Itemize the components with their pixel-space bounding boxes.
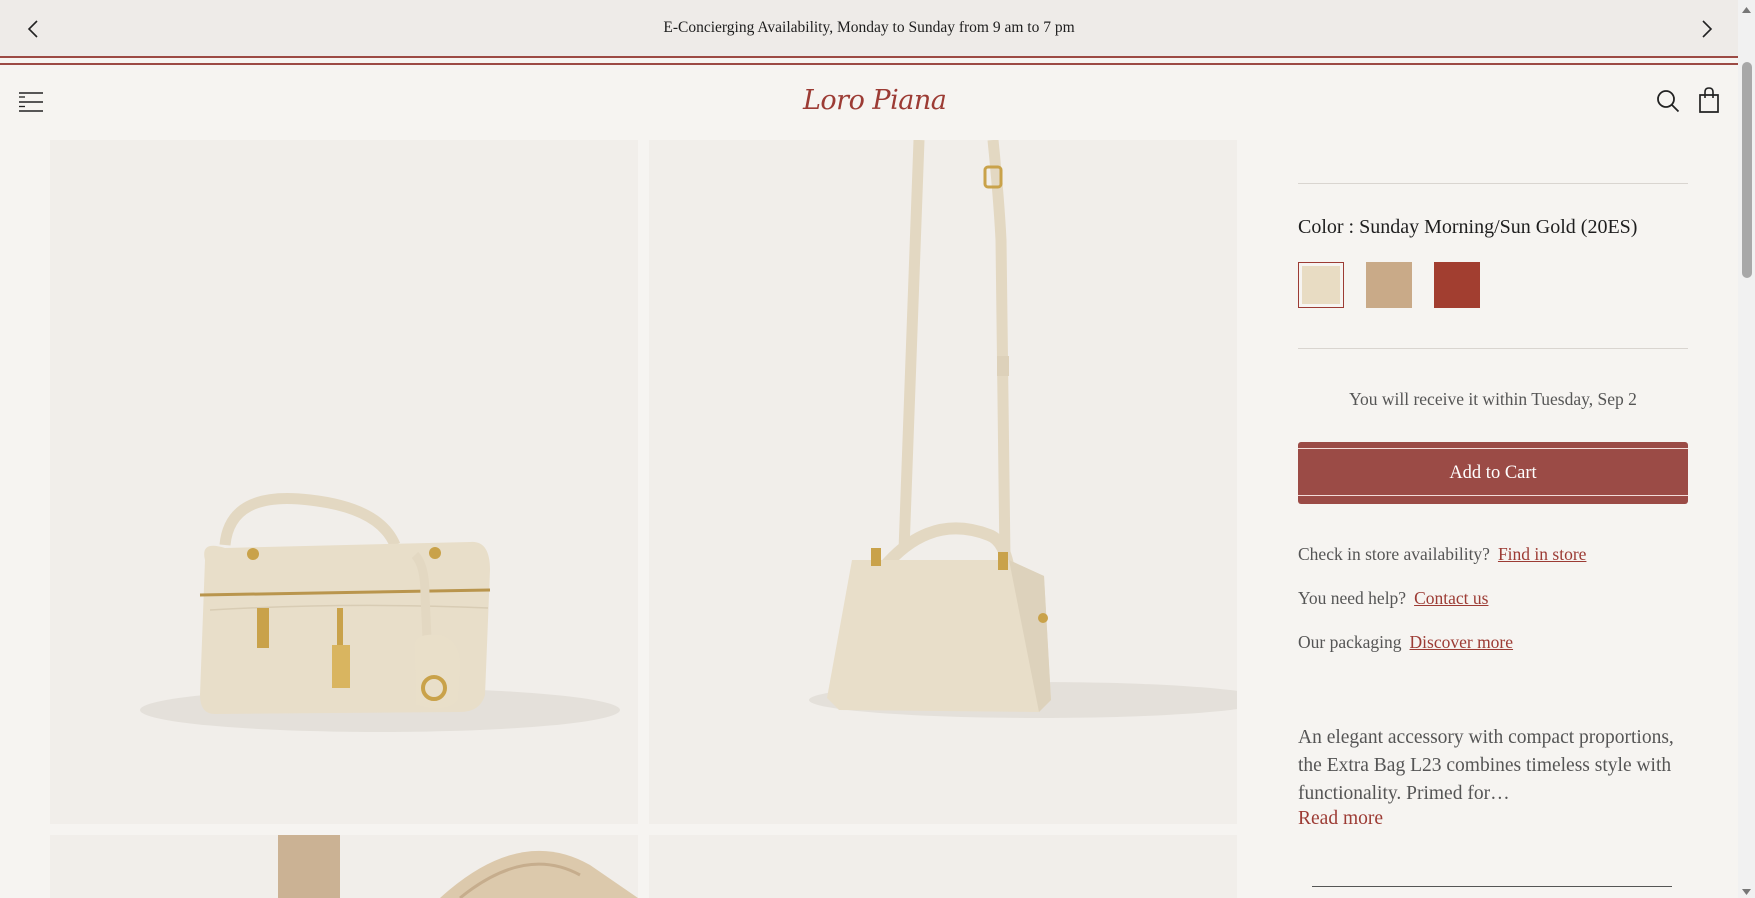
swatch-red[interactable] xyxy=(1434,262,1480,308)
chevron-right-icon xyxy=(1702,20,1713,38)
brand-logo[interactable]: Loro Piana xyxy=(797,80,947,120)
bag-detail-illustration xyxy=(278,835,638,898)
announcement-bar: E-Concierging Availability, Monday to Su… xyxy=(0,0,1738,56)
packaging-label: Our packaging xyxy=(1298,632,1402,652)
search-button[interactable] xyxy=(1656,89,1680,113)
swatch-beige[interactable] xyxy=(1366,262,1412,308)
search-icon xyxy=(1657,90,1680,113)
swatch-fill xyxy=(1434,262,1480,308)
button-inner-line-top xyxy=(1298,448,1688,449)
find-in-store-link[interactable]: Find in store xyxy=(1498,544,1586,564)
chevron-left-icon xyxy=(27,20,38,38)
announcement-rule-bottom xyxy=(0,63,1738,65)
site-header: Loro Piana xyxy=(0,66,1738,140)
logo-wordmark: Loro Piana xyxy=(803,84,947,116)
read-more-link[interactable]: Read more xyxy=(1298,808,1383,830)
scroll-down-arrow-icon xyxy=(1742,889,1751,895)
product-image-alt[interactable] xyxy=(649,835,1237,898)
packaging-row: Our packaging Discover more xyxy=(1298,632,1513,653)
bottom-divider xyxy=(1312,886,1672,887)
contact-us-link[interactable]: Contact us xyxy=(1414,588,1488,608)
color-label: Color : Sunday Morning/Sun Gold (20ES) xyxy=(1298,216,1638,238)
button-inner-line-bottom xyxy=(1298,495,1688,496)
next-announcement-button[interactable] xyxy=(1696,18,1718,40)
add-to-cart-button[interactable]: Add to Cart xyxy=(1298,442,1688,504)
shopping-bag-icon xyxy=(1699,87,1719,113)
product-image-front[interactable] xyxy=(50,140,638,824)
panel-divider-middle xyxy=(1298,348,1688,349)
previous-announcement-button[interactable] xyxy=(22,18,44,40)
product-image-side[interactable] xyxy=(649,140,1237,824)
announcement-text: E-Concierging Availability, Monday to Su… xyxy=(663,19,1075,36)
swatch-fill xyxy=(1366,262,1412,308)
store-availability-row: Check in store availability? Find in stor… xyxy=(1298,544,1586,565)
announcement-rule-top xyxy=(0,56,1738,58)
scroll-up-arrow-icon xyxy=(1742,7,1751,13)
help-question: You need help? xyxy=(1298,588,1407,608)
discover-more-link[interactable]: Discover more xyxy=(1410,632,1514,652)
help-row: You need help? Contact us xyxy=(1298,588,1488,609)
swatch-fill xyxy=(1302,266,1340,304)
bag-front-illustration xyxy=(140,492,620,732)
delivery-estimate: You will receive it within Tuesday, Sep … xyxy=(1349,389,1637,409)
shopping-bag-button[interactable] xyxy=(1698,87,1720,113)
swatch-sunday-morning[interactable] xyxy=(1298,262,1344,308)
menu-button[interactable] xyxy=(18,90,44,114)
add-to-cart-label: Add to Cart xyxy=(1449,462,1537,483)
product-description: An elegant accessory with compact propor… xyxy=(1298,727,1674,804)
store-availability-question: Check in store availability? xyxy=(1298,544,1490,564)
scroll-down-button[interactable] xyxy=(1741,884,1752,895)
hamburger-menu-icon xyxy=(19,92,43,112)
scroll-up-button[interactable] xyxy=(1741,2,1752,13)
panel-divider-top xyxy=(1298,183,1688,184)
product-image-detail[interactable] xyxy=(50,835,638,898)
scrollbar-thumb[interactable] xyxy=(1742,62,1752,278)
bag-side-illustration xyxy=(809,140,1237,718)
